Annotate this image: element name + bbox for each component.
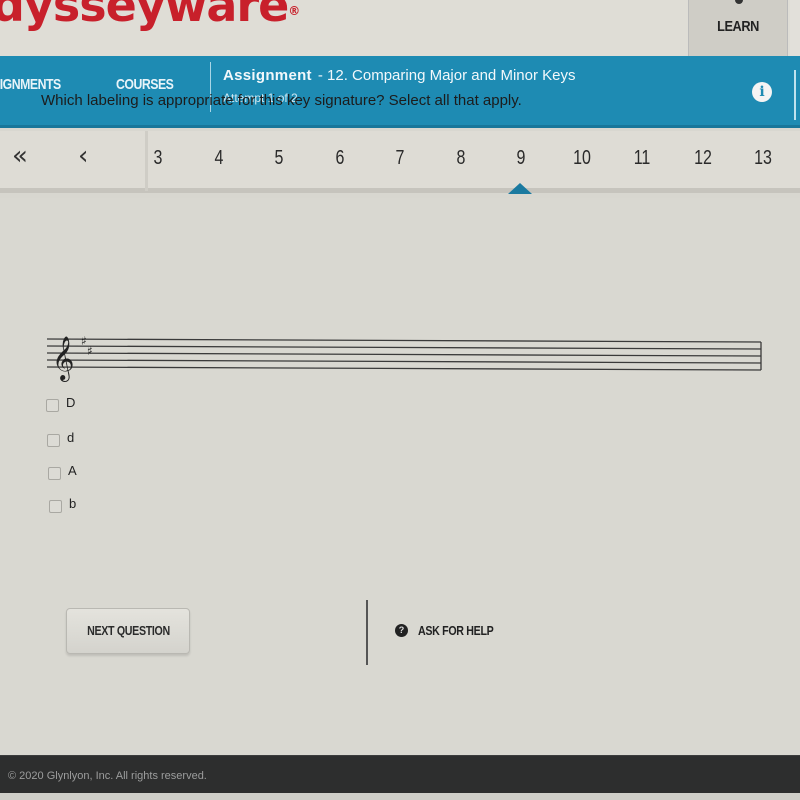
question-number-10[interactable]: 10 bbox=[566, 147, 598, 170]
first-page-icon[interactable]: « bbox=[12, 141, 28, 171]
checkbox[interactable] bbox=[47, 433, 60, 447]
staff-line bbox=[46, 359, 762, 364]
logo-text: dysseyware bbox=[0, 0, 289, 32]
option-label: d bbox=[67, 429, 75, 445]
staff-line bbox=[46, 345, 762, 350]
question-content bbox=[0, 198, 800, 755]
option-D[interactable]: D bbox=[46, 395, 75, 415]
nav-courses[interactable]: COURSES bbox=[116, 76, 174, 93]
header-edge bbox=[790, 0, 800, 56]
footer: © 2020 Glynlyon, Inc. All rights reserve… bbox=[0, 755, 800, 793]
option-d[interactable]: d bbox=[47, 430, 74, 450]
next-question-label: NEXT QUESTION bbox=[86, 623, 170, 638]
option-b[interactable]: b bbox=[49, 496, 76, 516]
option-label: b bbox=[69, 495, 77, 511]
assignment-title: Assignment - 12. Comparing Major and Mino… bbox=[223, 67, 575, 84]
question-number-12[interactable]: 12 bbox=[687, 147, 719, 170]
copyright-text: © 2020 Glynlyon, Inc. All rights reserve… bbox=[8, 770, 207, 782]
question-navigator: « ‹ 3 4 5 6 7 8 9 10 11 12 13 bbox=[0, 131, 800, 194]
trademark-symbol: ® bbox=[288, 4, 300, 18]
question-number-3[interactable]: 3 bbox=[142, 147, 174, 170]
sharp-f-icon: ♯ bbox=[81, 334, 87, 348]
current-question-marker bbox=[508, 183, 532, 194]
nav-assignments[interactable]: SIGNMENTS bbox=[0, 76, 61, 93]
question-number-7[interactable]: 7 bbox=[384, 147, 416, 170]
next-question-button[interactable]: NEXT QUESTION bbox=[66, 608, 190, 654]
question-number-4[interactable]: 4 bbox=[203, 147, 235, 170]
learn-icon bbox=[735, 0, 743, 4]
top-header: dysseyware® LEARN bbox=[0, 0, 800, 56]
sharp-c-icon: ♯ bbox=[87, 344, 93, 358]
checkbox[interactable] bbox=[48, 466, 61, 480]
learn-tab[interactable]: LEARN bbox=[688, 0, 788, 56]
info-icon[interactable]: i bbox=[752, 82, 772, 102]
odysseyware-logo[interactable]: dysseyware® bbox=[0, 0, 300, 32]
option-label: D bbox=[66, 394, 76, 410]
option-label: A bbox=[68, 462, 77, 478]
help-icon: ? bbox=[395, 624, 408, 637]
previous-page-icon[interactable]: ‹ bbox=[78, 141, 88, 171]
ask-for-help-link[interactable]: ? ASK FOR HELP bbox=[395, 623, 510, 638]
learn-tab-label: LEARN bbox=[717, 18, 759, 35]
option-A[interactable]: A bbox=[48, 463, 77, 483]
question-number-13[interactable]: 13 bbox=[747, 147, 779, 170]
staff-line bbox=[46, 352, 762, 357]
question-number-8[interactable]: 8 bbox=[445, 147, 477, 170]
staff-line bbox=[46, 338, 762, 343]
question-prompt: Which labeling is appropriate for this k… bbox=[41, 92, 522, 109]
nav-right-divider bbox=[794, 70, 796, 120]
action-divider bbox=[366, 600, 368, 665]
checkbox[interactable] bbox=[49, 499, 62, 513]
question-number-9[interactable]: 9 bbox=[505, 147, 537, 170]
checkbox[interactable] bbox=[46, 398, 59, 412]
music-staff: 𝄞 ♯ ♯ bbox=[45, 325, 763, 385]
assignment-name: - 12. Comparing Major and Minor Keys bbox=[317, 67, 576, 84]
ask-for-help-label: ASK FOR HELP bbox=[418, 623, 494, 638]
question-number-6[interactable]: 6 bbox=[324, 147, 356, 170]
staff-line bbox=[46, 366, 762, 371]
treble-clef-icon: 𝄞 bbox=[52, 336, 74, 382]
staff-image: 𝄞 ♯ ♯ bbox=[46, 334, 762, 382]
question-number-5[interactable]: 5 bbox=[263, 147, 295, 170]
question-number-11[interactable]: 11 bbox=[626, 147, 658, 170]
assignment-label: Assignment bbox=[223, 67, 312, 84]
screen-bottom-edge bbox=[0, 793, 800, 800]
